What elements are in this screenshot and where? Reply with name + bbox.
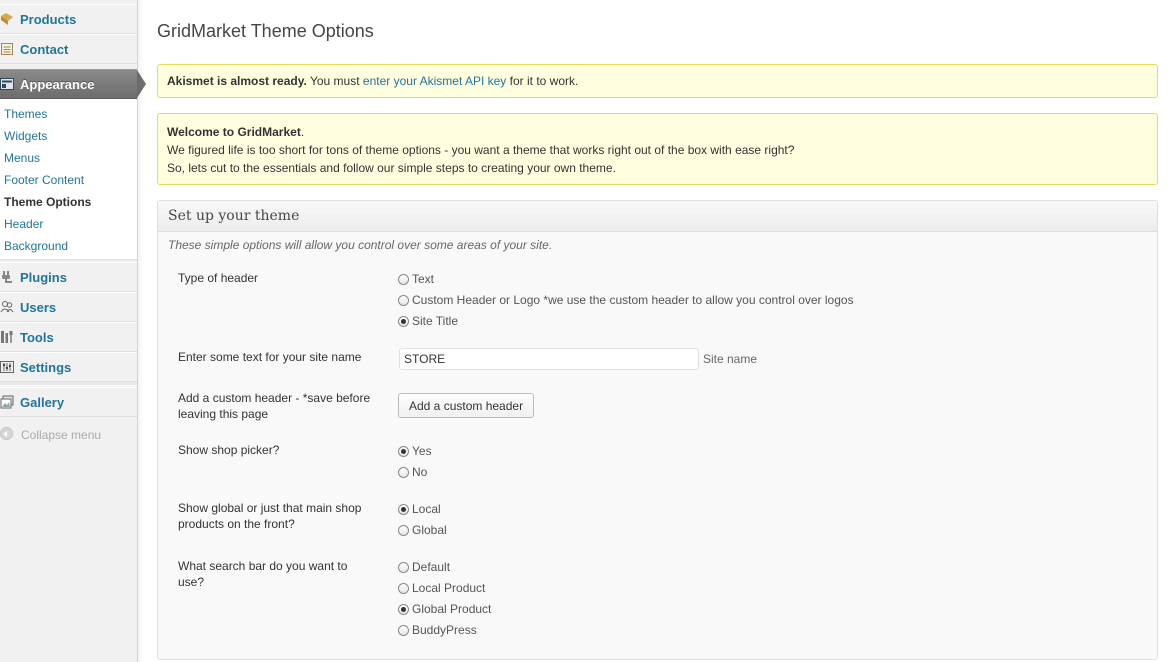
akismet-notice-strong: Akismet is almost ready.: [167, 74, 307, 88]
welcome-notice: Welcome to GridMarket. We figured life i…: [157, 113, 1158, 185]
shop-picker-yes-radio[interactable]: Yes: [398, 443, 432, 459]
radio-circle: [398, 524, 409, 536]
radio-label: No: [412, 465, 428, 479]
collapse-menu-label: Collapse menu: [21, 428, 102, 442]
add-custom-header-button[interactable]: Add a custom header: [398, 393, 535, 418]
tools-icon: [0, 330, 14, 344]
radio-label: Site Title: [412, 314, 459, 328]
radio-circle: [398, 294, 409, 306]
menu-item-tools[interactable]: Tools: [0, 322, 137, 352]
contact-icon: [0, 42, 14, 56]
setup-theme-box: Set up your theme These simple options w…: [157, 200, 1158, 660]
site-name-description: Site name: [703, 352, 758, 366]
akismet-notice-text: You must: [309, 74, 360, 88]
products-icon: [0, 12, 14, 26]
active-menu-arrow: [137, 70, 146, 98]
submenu-item-widgets[interactable]: Widgets: [4, 129, 47, 143]
menu-label: Plugins: [20, 270, 67, 285]
menu-label: Users: [20, 300, 57, 315]
radio-circle: [398, 582, 409, 594]
menu-label: Appearance: [20, 77, 95, 92]
search-bar-label: What search bar do you want to use?: [178, 559, 348, 589]
menu-item-gallery[interactable]: Gallery: [0, 387, 137, 417]
users-icon: [0, 300, 14, 314]
search-bar-global-product-radio[interactable]: Global Product: [398, 601, 491, 617]
gallery-icon: [0, 395, 14, 409]
menu-item-products[interactable]: Products: [0, 4, 137, 34]
submenu-item-themes[interactable]: Themes: [4, 107, 47, 121]
menu-label: Settings: [20, 360, 72, 375]
radio-label: Global Product: [412, 602, 492, 616]
setup-theme-title: Set up your theme: [158, 201, 1157, 232]
search-bar-default-radio[interactable]: Default: [398, 559, 450, 575]
submenu-item-theme-options[interactable]: Theme Options: [4, 195, 91, 209]
welcome-notice-line2: So, lets cut to the essentials and follo…: [167, 161, 616, 175]
menu-label: Contact: [20, 42, 69, 57]
radio-circle: [398, 315, 409, 327]
collapse-arrow-icon: [0, 427, 13, 440]
appearance-icon: [0, 78, 14, 90]
radio-label: Yes: [412, 444, 432, 458]
welcome-notice-title: Welcome to GridMarket: [167, 125, 301, 139]
menu-item-settings[interactable]: Settings: [0, 352, 137, 382]
shop-picker-no-radio[interactable]: No: [398, 464, 427, 480]
menu-label: Tools: [20, 330, 54, 345]
akismet-api-key-link[interactable]: enter your Akismet API key: [363, 74, 506, 88]
admin-sidebar: Products Contact Appearance Themes Widge…: [0, 0, 146, 662]
submenu-item-header[interactable]: Header: [4, 217, 43, 231]
radio-label: Default: [412, 560, 451, 574]
menu-label: Products: [20, 12, 77, 27]
plugins-icon: [0, 270, 14, 284]
products-scope-label: Show global or just that main shop produ…: [178, 501, 362, 531]
menu-label: Gallery: [20, 395, 65, 410]
submenu-item-footer-content[interactable]: Footer Content: [4, 173, 84, 187]
radio-circle: [398, 445, 409, 457]
shop-picker-label: Show shop picker?: [178, 443, 280, 457]
radio-label: Global: [412, 523, 447, 537]
submenu-item-menus[interactable]: Menus: [4, 151, 40, 165]
radio-label: Custom Header or Logo *we use the custom…: [412, 293, 854, 307]
radio-label: Local: [412, 502, 441, 516]
search-bar-buddypress-radio[interactable]: BuddyPress: [398, 622, 477, 638]
header-type-text-radio[interactable]: Text: [398, 271, 434, 287]
radio-label: Local Product: [412, 581, 486, 595]
collapse-menu-button[interactable]: Collapse menu: [0, 425, 137, 445]
menu-item-contact[interactable]: Contact: [0, 34, 137, 64]
page-title: GridMarket Theme Options: [157, 21, 374, 41]
appearance-submenu: Themes Widgets Menus Footer Content Them…: [0, 99, 137, 260]
menu-item-appearance[interactable]: Appearance: [0, 69, 146, 99]
radio-circle: [398, 273, 409, 285]
menu-separator: [0, 381, 137, 386]
custom-header-label: Add a custom header - *save before leavi…: [178, 391, 371, 421]
header-type-site-title-radio[interactable]: Site Title: [398, 313, 458, 329]
settings-icon: [0, 360, 14, 374]
welcome-notice-line1: We figured life is too short for tons of…: [167, 143, 795, 157]
welcome-notice-period: .: [300, 125, 305, 139]
header-type-label: Type of header: [178, 271, 259, 285]
radio-circle: [398, 624, 409, 636]
setup-theme-description: These simple options will allow you cont…: [168, 238, 553, 252]
search-bar-local-product-radio[interactable]: Local Product: [398, 580, 485, 596]
menu-item-plugins[interactable]: Plugins: [0, 262, 137, 292]
akismet-notice-text-end: for it to work.: [509, 74, 579, 88]
radio-circle: [398, 561, 409, 573]
submenu-item-background[interactable]: Background: [4, 239, 68, 253]
radio-circle: [398, 466, 409, 478]
products-scope-local-radio[interactable]: Local: [398, 501, 441, 517]
radio-label: Text: [412, 272, 435, 286]
site-name-label: Enter some text for your site name: [178, 350, 362, 364]
radio-circle: [398, 603, 409, 615]
radio-label: BuddyPress: [412, 623, 477, 637]
menu-item-users[interactable]: Users: [0, 292, 137, 322]
site-name-input[interactable]: [399, 348, 699, 370]
products-scope-global-radio[interactable]: Global: [398, 522, 447, 538]
header-type-custom-radio[interactable]: Custom Header or Logo *we use the custom…: [398, 292, 854, 308]
akismet-notice: Akismet is almost ready. You must enter …: [157, 64, 1158, 98]
radio-circle: [398, 503, 409, 515]
